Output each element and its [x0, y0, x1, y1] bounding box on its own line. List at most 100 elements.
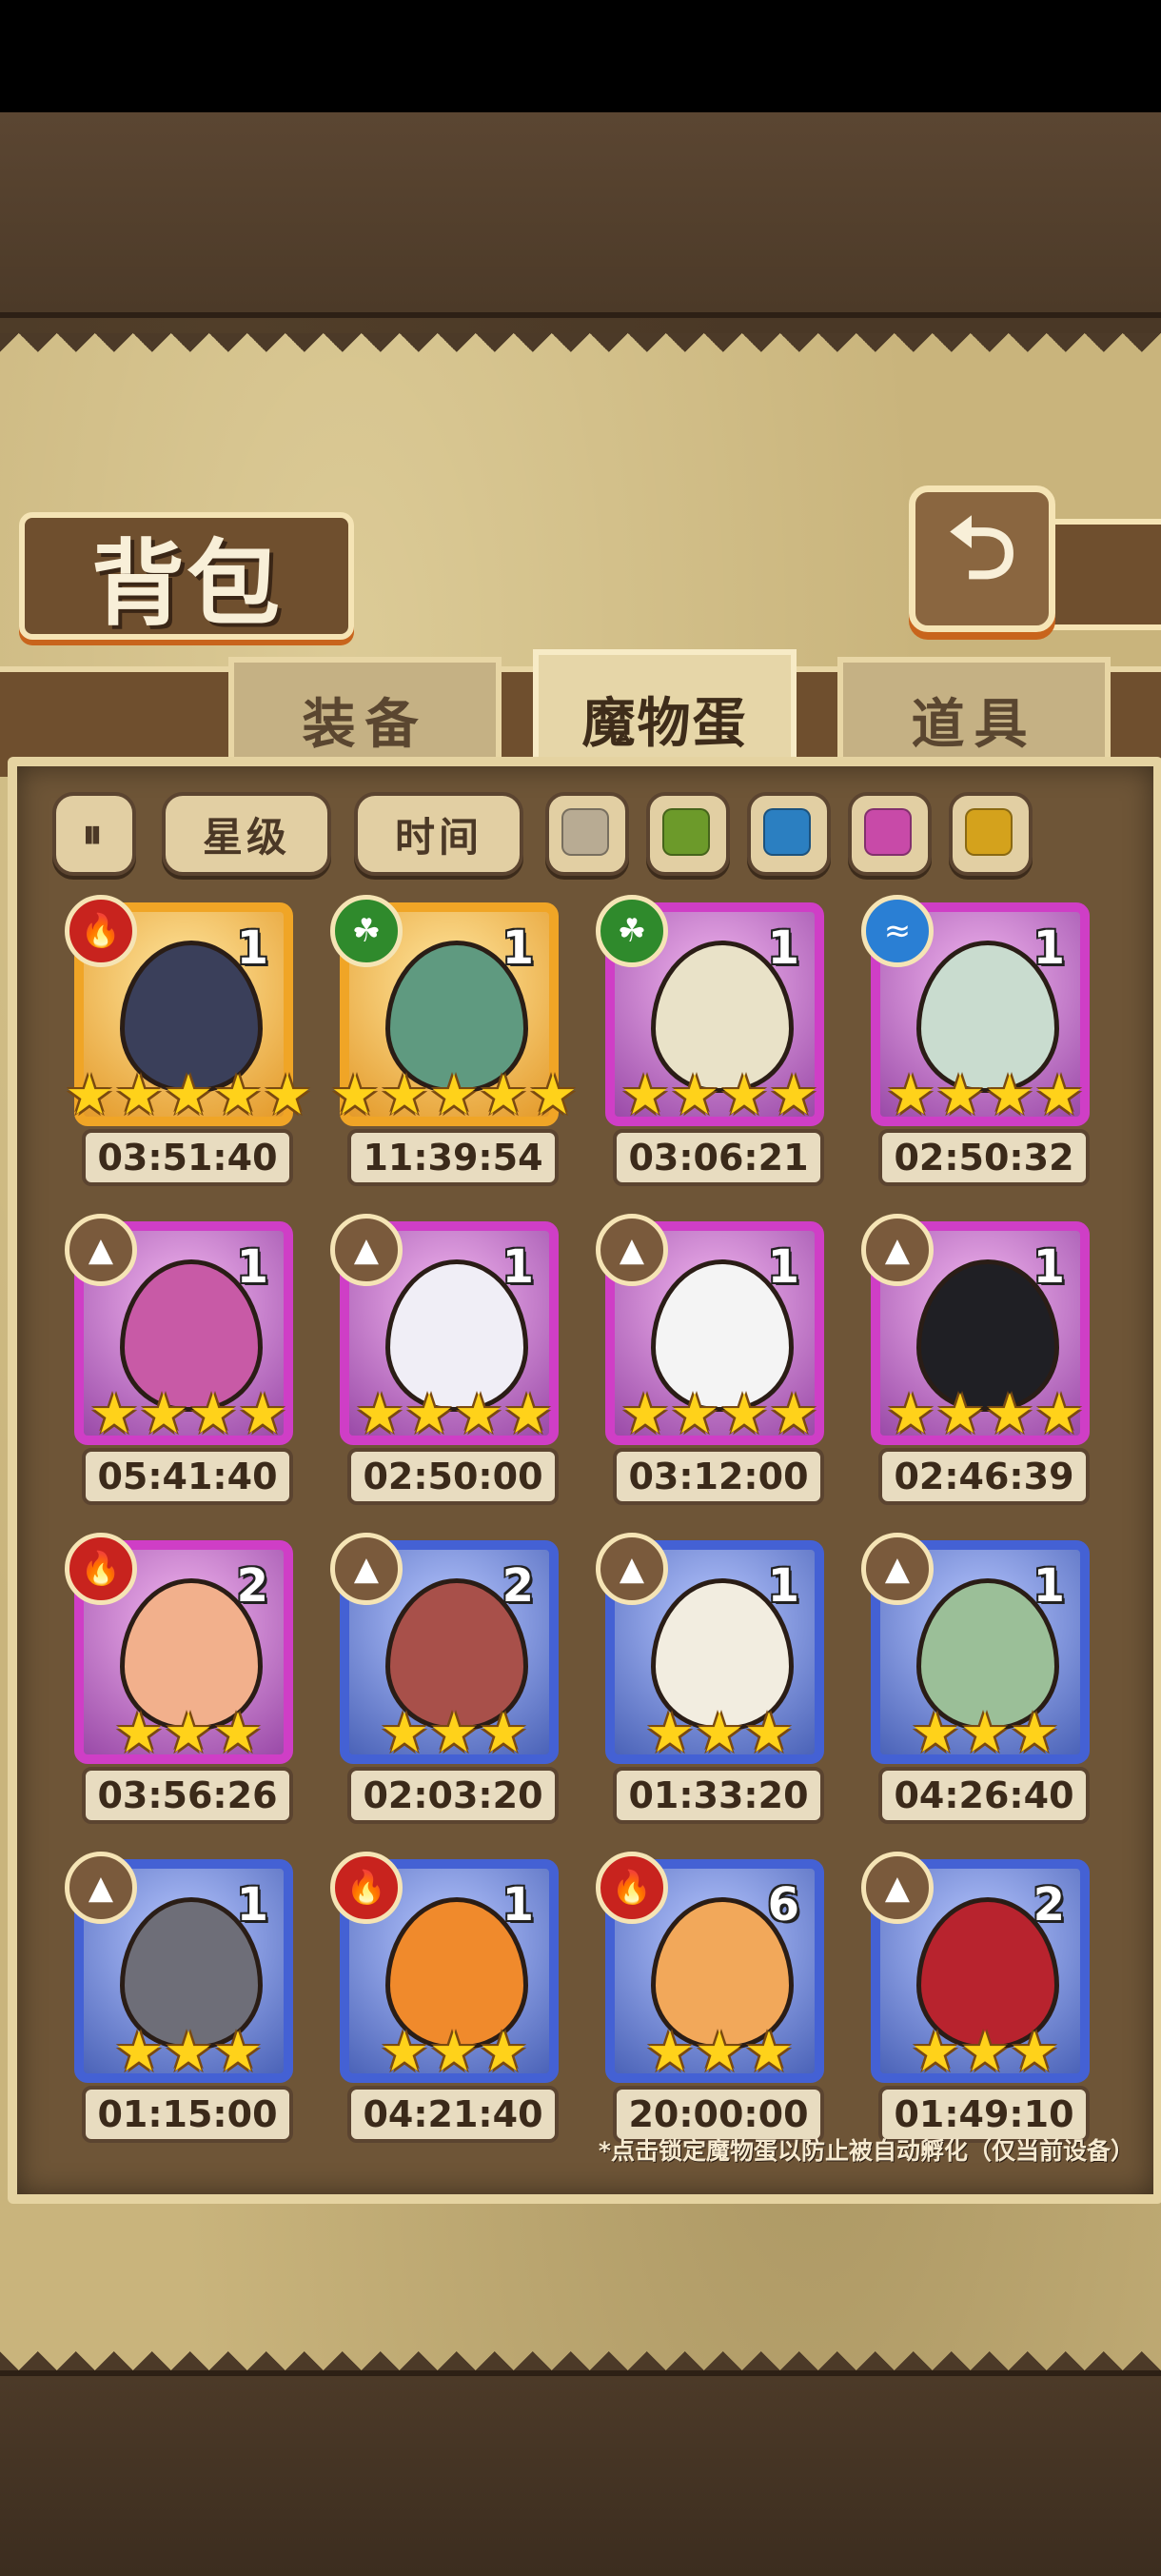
egg-card[interactable]: 1 ▲ ★ ★ ★ 01:15:00	[65, 1852, 293, 2154]
star-icon: ★	[429, 1062, 479, 1127]
star-icon: ★	[503, 1381, 553, 1446]
star-icon: ★	[114, 1062, 164, 1127]
egg-card[interactable]: 1 ☘ ★ ★ ★ ★ 03:06:21	[596, 895, 824, 1198]
sort-toggle-button[interactable]: ⏸	[52, 792, 136, 876]
star-icon: ★	[620, 1381, 670, 1446]
star-rating: ★ ★ ★	[359, 2019, 549, 2084]
sort-by-time-label: 时间	[394, 813, 482, 861]
star-icon: ★	[164, 2019, 213, 2084]
egg-card[interactable]: 6 🔥 ★ ★ ★ 20:00:00	[596, 1852, 824, 2154]
star-icon: ★	[380, 1700, 429, 1765]
egg-card[interactable]: 2 ▲ ★ ★ ★ 01:49:10	[861, 1852, 1090, 2154]
star-icon: ★	[645, 2019, 695, 2084]
earth-element-icon: ▲	[596, 1214, 668, 1286]
egg-card[interactable]: 2 🔥 ★ ★ ★ 03:56:26	[65, 1533, 293, 1835]
star-icon: ★	[429, 2019, 479, 2084]
star-icon: ★	[479, 1062, 528, 1127]
egg-card[interactable]: 1 ≈ ★ ★ ★ ★ 02:50:32	[861, 895, 1090, 1198]
tab-items-label: 道具	[911, 693, 1037, 756]
star-icon: ★	[164, 1062, 213, 1127]
page-title: 背包	[90, 529, 282, 639]
star-icon: ★	[744, 2019, 794, 2084]
star-icon: ★	[355, 1381, 404, 1446]
star-icon: ★	[380, 2019, 429, 2084]
star-icon: ★	[911, 1700, 960, 1765]
hatch-timer: 01:33:20	[613, 1767, 824, 1824]
hatch-timer: 03:06:21	[613, 1129, 824, 1186]
star-rating: ★ ★ ★ ★ ★	[330, 1062, 578, 1127]
star-icon: ★	[114, 1700, 164, 1765]
bottom-map-band	[0, 2370, 1161, 2576]
earth-element-icon: ▲	[330, 1214, 403, 1286]
star-icon: ★	[769, 1062, 818, 1127]
star-icon: ★	[1010, 1700, 1059, 1765]
star-rating: ★ ★ ★ ★	[355, 1381, 553, 1446]
egg-card[interactable]: 1 ▲ ★ ★ ★ ★ 02:50:00	[330, 1214, 559, 1516]
star-icon: ★	[935, 1381, 985, 1446]
star-icon: ★	[114, 2019, 164, 2084]
star-icon: ★	[960, 1700, 1010, 1765]
star-icon: ★	[263, 1062, 312, 1127]
sort-by-time-button[interactable]: 时间	[354, 792, 523, 876]
earth-element-icon: ▲	[861, 1852, 934, 1924]
star-icon: ★	[695, 2019, 744, 2084]
earth-element-icon: ▲	[861, 1533, 934, 1605]
egg-card[interactable]: 1 ▲ ★ ★ ★ 04:26:40	[861, 1533, 1090, 1835]
tab-monster-eggs-label: 魔物蛋	[581, 693, 748, 755]
sort-by-star-label: 星级	[202, 813, 290, 861]
egg-card[interactable]: 1 ☘ ★ ★ ★ ★ ★ 11:39:54	[330, 895, 578, 1198]
fire-element-icon: 🔥	[65, 895, 137, 967]
star-icon: ★	[65, 1062, 114, 1127]
star-rating: ★ ★ ★ ★	[886, 1067, 1084, 1122]
egg-count: 1	[236, 1240, 268, 1294]
star-icon: ★	[528, 1062, 578, 1127]
egg-card[interactable]: 1 ▲ ★ ★ ★ ★ 05:41:40	[65, 1214, 293, 1516]
star-icon: ★	[1034, 1062, 1084, 1127]
star-rating: ★ ★ ★ ★	[886, 1381, 1084, 1446]
auto-hatch-lock-hint: *点击锁定魔物蛋以防止被自动孵化（仅当前设备）	[598, 2137, 1134, 2165]
egg-count: 1	[767, 1559, 799, 1613]
star-rating: ★ ★ ★ ★	[620, 1062, 818, 1127]
star-icon: ★	[479, 2019, 528, 2084]
sort-by-star-button[interactable]: 星级	[162, 792, 331, 876]
hatch-timer: 11:39:54	[347, 1129, 559, 1186]
rarity-filter-gray[interactable]	[545, 792, 629, 876]
star-icon: ★	[1034, 1381, 1084, 1446]
rarity-filter-green[interactable]	[646, 792, 730, 876]
fire-element-icon: 🔥	[330, 1852, 403, 1924]
back-button[interactable]: ⮌	[909, 485, 1055, 632]
star-icon: ★	[960, 2019, 1010, 2084]
star-icon: ★	[330, 1062, 380, 1127]
egg-count: 1	[767, 1240, 799, 1294]
star-rating: ★ ★ ★ ★ ★	[65, 1062, 312, 1127]
hatch-timer: 02:50:32	[878, 1129, 1090, 1186]
rarity-filter-purple[interactable]	[848, 792, 932, 876]
egg-card[interactable]: 1 ▲ ★ ★ ★ ★ 03:12:00	[596, 1214, 824, 1516]
star-icon: ★	[213, 2019, 263, 2084]
star-icon: ★	[479, 1700, 528, 1765]
star-icon: ★	[139, 1381, 188, 1446]
rarity-filter-blue[interactable]	[747, 792, 831, 876]
egg-card[interactable]: 2 ▲ ★ ★ ★ 02:03:20	[330, 1533, 559, 1835]
star-icon: ★	[164, 1700, 213, 1765]
earth-element-icon: ▲	[596, 1533, 668, 1605]
rarity-filter-gold[interactable]	[949, 792, 1033, 876]
sort-toggle-icon: ⏸	[82, 810, 107, 857]
egg-card[interactable]: 1 🔥 ★ ★ ★ ★ ★ 03:51:40	[65, 895, 312, 1198]
egg-card[interactable]: 1 ▲ ★ ★ ★ 01:33:20	[596, 1533, 824, 1835]
egg-count: 2	[502, 1559, 534, 1613]
egg-count: 1	[236, 921, 268, 975]
star-icon: ★	[911, 2019, 960, 2084]
hatch-timer: 02:03:20	[347, 1767, 559, 1824]
star-icon: ★	[454, 1381, 503, 1446]
star-icon: ★	[238, 1381, 287, 1446]
top-map-band	[0, 112, 1161, 318]
star-icon: ★	[670, 1062, 719, 1127]
star-rating: ★ ★ ★ ★	[89, 1381, 287, 1446]
egg-count: 1	[1033, 1240, 1065, 1294]
egg-card[interactable]: 1 🔥 ★ ★ ★ 04:21:40	[330, 1852, 559, 2154]
star-icon: ★	[1010, 2019, 1059, 2084]
star-icon: ★	[213, 1062, 263, 1127]
hatch-timer: 04:21:40	[347, 2086, 559, 2143]
egg-card[interactable]: 1 ▲ ★ ★ ★ ★ 02:46:39	[861, 1214, 1090, 1516]
